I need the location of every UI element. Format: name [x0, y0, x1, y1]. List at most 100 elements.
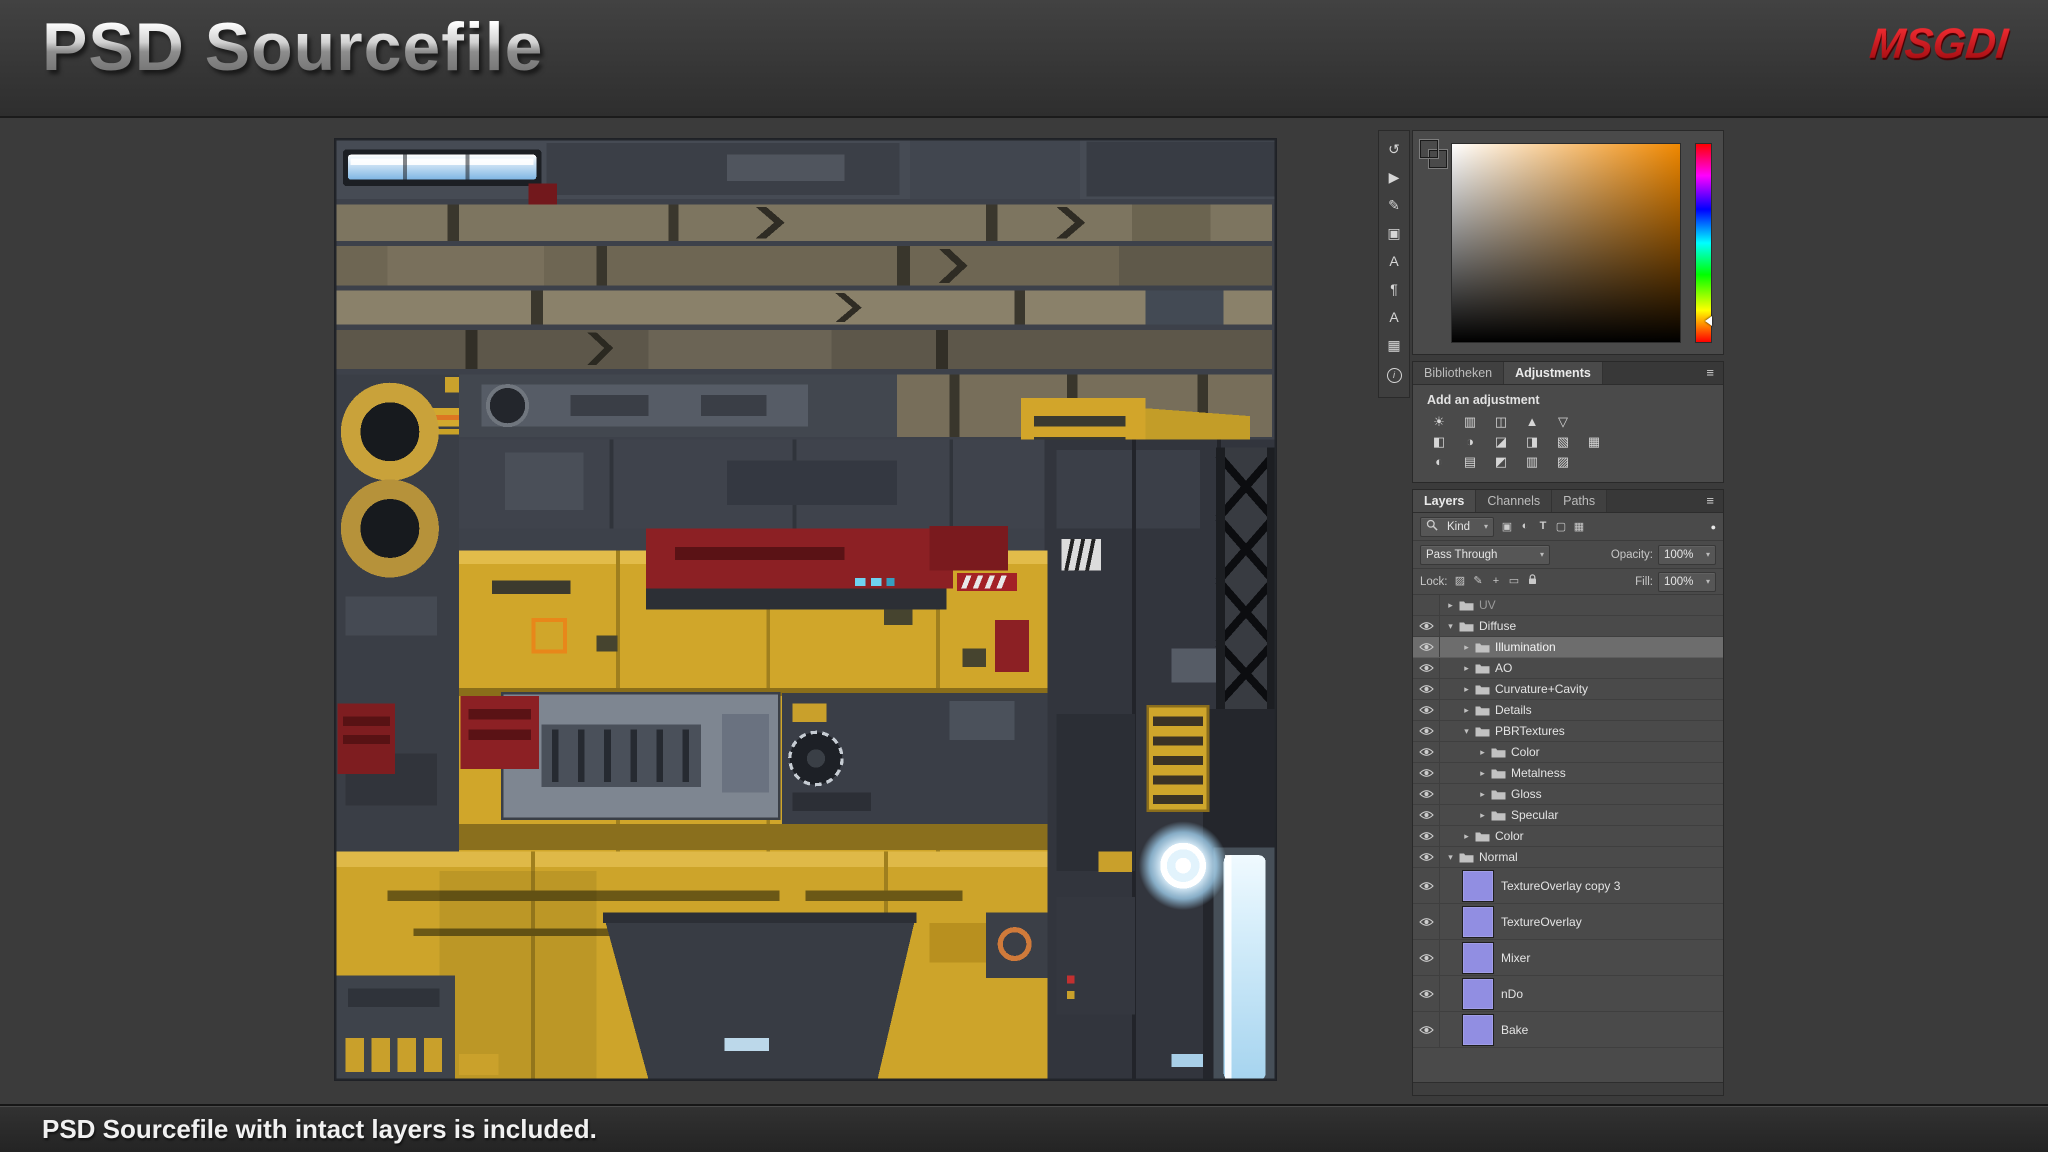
brightness-contrast-icon[interactable]: ☀ — [1427, 413, 1451, 430]
actions-panel-icon[interactable]: ▶ — [1379, 169, 1409, 185]
chevron-right-icon[interactable]: ▸ — [1460, 705, 1473, 716]
layer-thumbnail[interactable] — [1462, 870, 1494, 902]
selective-color-icon[interactable]: ▨ — [1551, 453, 1575, 470]
black-white-icon[interactable]: ◪ — [1489, 433, 1513, 450]
visibility-toggle[interactable] — [1413, 1012, 1440, 1047]
layer-thumbnail[interactable] — [1462, 1014, 1494, 1046]
chevron-right-icon[interactable]: ▸ — [1460, 663, 1473, 674]
visibility-toggle[interactable] — [1413, 940, 1440, 975]
chevron-right-icon[interactable]: ▸ — [1460, 642, 1473, 653]
lock-transparency-icon[interactable]: ▨ — [1453, 575, 1468, 588]
type-layer-filter-icon[interactable]: T — [1535, 520, 1551, 533]
hue-slider[interactable] — [1695, 143, 1712, 343]
chevron-right-icon[interactable]: ▸ — [1460, 684, 1473, 695]
info-panel-icon[interactable]: i — [1379, 365, 1409, 383]
threshold-icon[interactable]: ◩ — [1489, 453, 1513, 470]
visibility-toggle[interactable] — [1413, 826, 1440, 846]
history-panel-icon[interactable]: ↺ — [1379, 141, 1409, 157]
visibility-toggle[interactable] — [1413, 784, 1440, 804]
tab-paths[interactable]: Paths — [1552, 490, 1607, 512]
timeline-panel-icon[interactable]: ▦ — [1379, 337, 1409, 353]
layer-thumbnail[interactable] — [1462, 978, 1494, 1010]
tab-adjustments[interactable]: Adjustments — [1504, 362, 1603, 384]
photo-filter-icon[interactable]: ◨ — [1520, 433, 1544, 450]
gradient-map-icon[interactable]: ▥ — [1520, 453, 1544, 470]
layer-row-color[interactable]: ▸Color — [1413, 826, 1723, 847]
visibility-toggle[interactable] — [1413, 658, 1440, 678]
brush-settings-panel-icon[interactable]: ✎ — [1379, 197, 1409, 213]
layer-row-curvature-cavity[interactable]: ▸Curvature+Cavity — [1413, 679, 1723, 700]
character-styles-panel-icon[interactable]: A — [1379, 309, 1409, 325]
lock-position-icon[interactable]: + — [1489, 575, 1504, 588]
layer-row-color[interactable]: ▸Color — [1413, 742, 1723, 763]
layer-row-metalness[interactable]: ▸Metalness — [1413, 763, 1723, 784]
chevron-down-icon[interactable]: ▾ — [1444, 852, 1457, 863]
layer-thumbnail[interactable] — [1462, 906, 1494, 938]
layer-row-normal[interactable]: ▾Normal — [1413, 847, 1723, 868]
layer-row-details[interactable]: ▸Details — [1413, 700, 1723, 721]
visibility-toggle[interactable] — [1413, 904, 1440, 939]
character-panel-icon[interactable]: A — [1379, 253, 1409, 269]
lock-pixels-icon[interactable]: ✎ — [1471, 575, 1486, 588]
visibility-toggle[interactable] — [1413, 868, 1440, 903]
lock-artboard-icon[interactable]: ▭ — [1507, 575, 1522, 588]
smart-object-filter-icon[interactable]: ▦ — [1571, 520, 1587, 533]
layer-row-illumination[interactable]: ▸Illumination — [1413, 637, 1723, 658]
chevron-right-icon[interactable]: ▸ — [1476, 810, 1489, 821]
shape-layer-filter-icon[interactable]: ▢ — [1553, 520, 1569, 533]
color-lookup-icon[interactable]: ▦ — [1582, 433, 1606, 450]
visibility-toggle[interactable] — [1413, 679, 1440, 699]
visibility-toggle[interactable] — [1413, 847, 1440, 867]
hue-saturation-icon[interactable]: ◧ — [1427, 433, 1451, 450]
layer-row-gloss[interactable]: ▸Gloss — [1413, 784, 1723, 805]
chevron-right-icon[interactable]: ▸ — [1460, 831, 1473, 842]
layer-row-ao[interactable]: ▸AO — [1413, 658, 1723, 679]
blend-mode-dropdown[interactable]: Pass Through ▾ — [1420, 545, 1550, 565]
layer-row-pbrtextures[interactable]: ▾PBRTextures — [1413, 721, 1723, 742]
layer-row-textureoverlay-copy-3[interactable]: TextureOverlay copy 3 — [1413, 868, 1723, 904]
channel-mixer-icon[interactable]: ▧ — [1551, 433, 1575, 450]
lock-all-icon[interactable] — [1525, 574, 1540, 589]
chevron-right-icon[interactable]: ▸ — [1444, 600, 1457, 611]
tab-bibliotheken[interactable]: Bibliotheken — [1413, 362, 1504, 384]
pixel-layer-filter-icon[interactable]: ▣ — [1499, 520, 1515, 533]
tab-layers[interactable]: Layers — [1413, 490, 1476, 512]
chevron-down-icon[interactable]: ▾ — [1460, 726, 1473, 737]
visibility-toggle[interactable] — [1413, 742, 1440, 762]
chevron-right-icon[interactable]: ▸ — [1476, 747, 1489, 758]
opacity-dropdown[interactable]: 100% ▾ — [1658, 545, 1716, 565]
panel-menu-icon[interactable]: ≡ — [1697, 362, 1723, 384]
invert-icon[interactable]: ◐ — [1427, 453, 1451, 470]
layer-row-diffuse[interactable]: ▾Diffuse — [1413, 616, 1723, 637]
panel-menu-icon[interactable]: ≡ — [1697, 490, 1723, 512]
layer-row-ndo[interactable]: nDo — [1413, 976, 1723, 1012]
visibility-toggle[interactable] — [1413, 976, 1440, 1011]
hue-marker-icon[interactable] — [1705, 316, 1712, 326]
chevron-right-icon[interactable]: ▸ — [1476, 789, 1489, 800]
clone-source-panel-icon[interactable]: ▣ — [1379, 225, 1409, 241]
layer-row-uv[interactable]: ▸UV — [1413, 595, 1723, 616]
visibility-toggle[interactable] — [1413, 700, 1440, 720]
layer-thumbnail[interactable] — [1462, 942, 1494, 974]
chevron-right-icon[interactable]: ▸ — [1476, 768, 1489, 779]
visibility-toggle[interactable] — [1413, 721, 1440, 741]
layer-row-textureoverlay[interactable]: TextureOverlay — [1413, 904, 1723, 940]
visibility-toggle[interactable] — [1413, 763, 1440, 783]
layer-row-bake[interactable]: Bake — [1413, 1012, 1723, 1048]
visibility-toggle[interactable] — [1413, 595, 1440, 615]
tab-channels[interactable]: Channels — [1476, 490, 1552, 512]
exposure-icon[interactable]: ▽ — [1551, 413, 1575, 430]
fill-dropdown[interactable]: 100% ▾ — [1658, 572, 1716, 592]
visibility-toggle[interactable] — [1413, 616, 1440, 636]
posterize-icon[interactable]: ▤ — [1458, 453, 1482, 470]
texture-atlas-canvas[interactable] — [334, 138, 1277, 1081]
foreground-color-swatch[interactable] — [1420, 140, 1438, 158]
visibility-toggle[interactable] — [1413, 805, 1440, 825]
levels-icon[interactable]: ▥ — [1458, 413, 1482, 430]
vibrance-icon[interactable]: ▲ — [1520, 413, 1544, 430]
curves-icon[interactable]: ◫ — [1489, 413, 1513, 430]
adjustment-layer-filter-icon[interactable]: ◐ — [1517, 520, 1533, 533]
layer-row-mixer[interactable]: Mixer — [1413, 940, 1723, 976]
visibility-toggle[interactable] — [1413, 637, 1440, 657]
color-field[interactable] — [1451, 143, 1681, 343]
